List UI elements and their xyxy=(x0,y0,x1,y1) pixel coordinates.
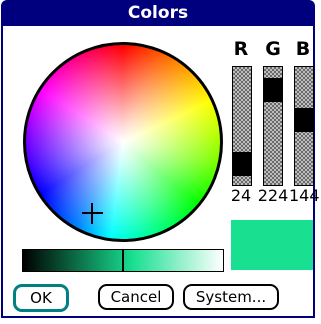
cancel-button[interactable]: Cancel xyxy=(98,284,174,310)
red-channel-label: R xyxy=(233,38,249,60)
red-value: 24 xyxy=(230,186,252,205)
blue-value: 144 xyxy=(289,186,320,205)
system-button[interactable]: System... xyxy=(183,284,279,310)
blue-slider-thumb[interactable] xyxy=(295,108,313,132)
green-channel-label: G xyxy=(265,38,281,60)
crosshair-icon[interactable] xyxy=(82,203,103,224)
selected-color-swatch xyxy=(231,220,313,270)
brightness-marker[interactable] xyxy=(122,250,124,271)
red-slider-thumb[interactable] xyxy=(233,152,251,176)
green-value: 224 xyxy=(257,186,289,205)
red-slider[interactable] xyxy=(232,66,252,186)
dialog-title: Colors xyxy=(127,3,189,23)
blue-channel-label: B xyxy=(295,38,311,60)
color-wheel[interactable] xyxy=(23,42,223,242)
green-slider[interactable] xyxy=(263,66,283,186)
colors-dialog: Colors R G B 24 224 144 OK Cancel System… xyxy=(1,0,320,320)
ok-button[interactable]: OK xyxy=(13,284,69,312)
blue-slider[interactable] xyxy=(294,66,314,186)
green-slider-thumb[interactable] xyxy=(264,78,282,102)
color-wheel-saturation xyxy=(26,45,220,239)
brightness-bar[interactable] xyxy=(22,249,224,272)
dialog-titlebar: Colors xyxy=(1,0,315,26)
